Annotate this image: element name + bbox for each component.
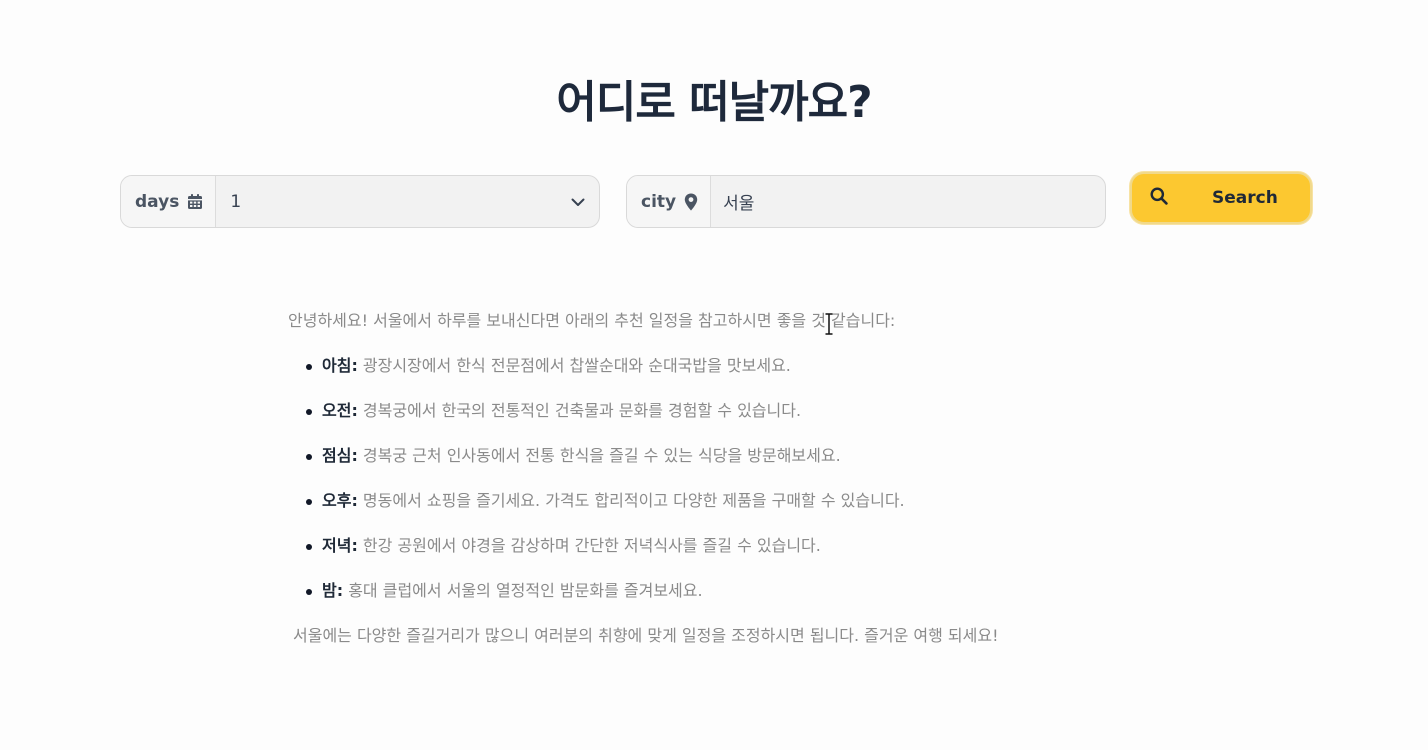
list-item: 저녁: 한강 공원에서 야경을 감상하며 간단한 저녁식사를 즐길 수 있습니다…: [306, 533, 1148, 559]
item-label: 밤:: [322, 581, 344, 600]
text-cursor-icon: [825, 313, 833, 335]
item-text: 명동에서 쇼핑을 즐기세요. 가격도 합리적이고 다양한 제품을 구매할 수 있…: [357, 491, 905, 510]
result-outro: 서울에는 다양한 즐길거리가 많으니 여러분의 취향에 맞게 일정을 조정하시면…: [293, 626, 999, 645]
days-select[interactable]: 1: [216, 176, 599, 227]
calendar-icon: [187, 193, 203, 210]
item-label: 오후:: [322, 491, 358, 510]
search-icon: [1150, 187, 1168, 210]
item-text: 광장시장에서 한식 전문점에서 찹쌀순대와 순대국밥을 맛보세요.: [357, 356, 791, 375]
list-item: 오후: 명동에서 쇼핑을 즐기세요. 가격도 합리적이고 다양한 제품을 구매할…: [306, 488, 1148, 514]
item-label: 저녁:: [322, 536, 358, 555]
days-selected-value: 1: [230, 191, 242, 212]
city-input-group[interactable]: city: [626, 175, 1106, 228]
itinerary-result: 안녕하세요! 서울에서 하루를 보내신다면 아래의 추천 일정을 참고하시면 좋…: [288, 308, 1148, 649]
item-label: 오전:: [322, 401, 358, 420]
map-pin-icon: [684, 193, 698, 211]
list-item: 아침: 광장시장에서 한식 전문점에서 찹쌀순대와 순대국밥을 맛보세요.: [306, 353, 1148, 379]
days-select-group[interactable]: days 1: [120, 175, 600, 228]
item-label: 점심:: [322, 446, 358, 465]
item-text: 경복궁에서 한국의 전통적인 건축물과 문화를 경험할 수 있습니다.: [357, 401, 802, 420]
city-prefix: city: [627, 176, 712, 227]
page-title: 어디로 떠날까요?: [556, 77, 872, 129]
itinerary-list: 아침: 광장시장에서 한식 전문점에서 찹쌀순대와 순대국밥을 맛보세요. 오전…: [288, 353, 1148, 604]
item-text: 한강 공원에서 야경을 감상하며 간단한 저녁식사를 즐길 수 있습니다.: [357, 536, 821, 555]
list-item: 오전: 경복궁에서 한국의 전통적인 건축물과 문화를 경험할 수 있습니다.: [306, 398, 1148, 424]
days-label: days: [135, 191, 180, 212]
item-text: 홍대 클럽에서 서울의 열정적인 밤문화를 즐겨보세요.: [343, 581, 703, 600]
list-item: 점심: 경복궁 근처 인사동에서 전통 한식을 즐길 수 있는 식당을 방문해보…: [306, 443, 1148, 469]
search-button[interactable]: Search: [1130, 172, 1312, 224]
days-prefix: days: [121, 176, 217, 227]
city-input[interactable]: [711, 176, 1105, 227]
chevron-down-icon[interactable]: [571, 192, 585, 212]
item-label: 아침:: [322, 356, 358, 375]
city-label: city: [641, 191, 677, 212]
result-intro: 안녕하세요! 서울에서 하루를 보내신다면 아래의 추천 일정을 참고하시면 좋…: [288, 311, 896, 330]
list-item: 밤: 홍대 클럽에서 서울의 열정적인 밤문화를 즐겨보세요.: [306, 578, 1148, 604]
item-text: 경복궁 근처 인사동에서 전통 한식을 즐길 수 있는 식당을 방문해보세요.: [357, 446, 841, 465]
search-button-label: Search: [1212, 188, 1278, 208]
